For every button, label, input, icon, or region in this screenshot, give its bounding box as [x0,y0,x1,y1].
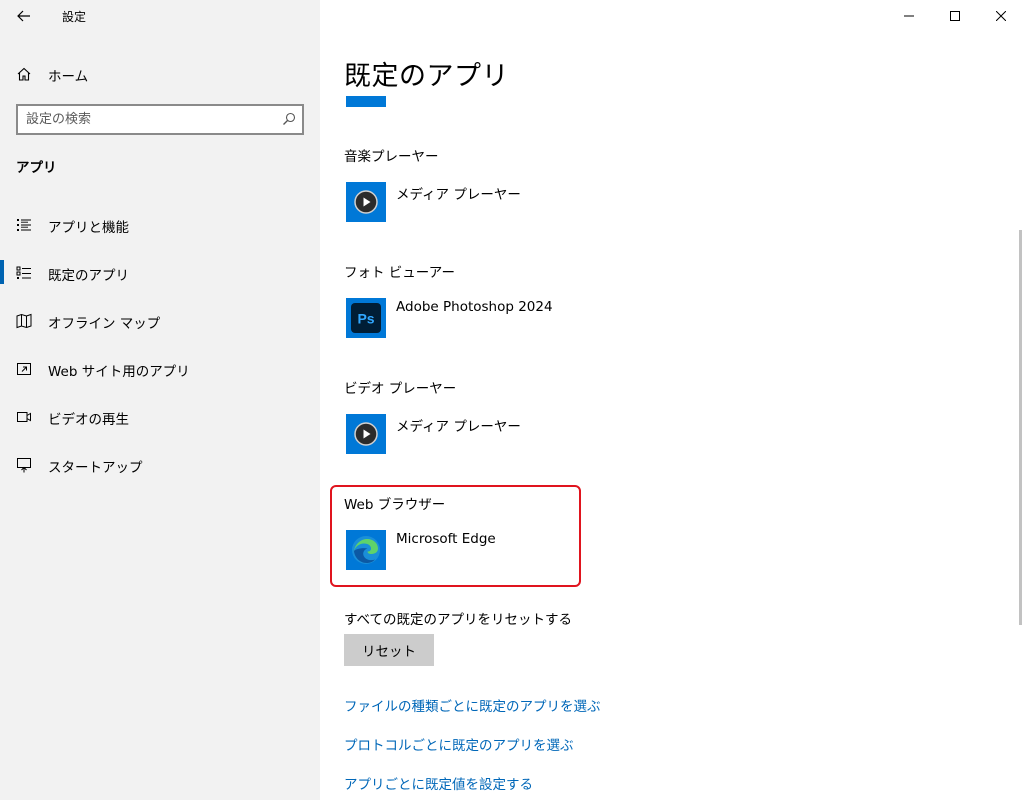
link-choose-by-file-type[interactable]: ファイルの種類ごとに既定のアプリを選ぶ [344,695,601,715]
reset-label: すべての既定のアプリをリセットする [344,612,573,628]
startup-icon [17,458,31,473]
video-playback-icon [17,412,31,422]
category-label-photo: フォト ビューアー [344,265,455,281]
title-accent-bar [346,96,386,107]
home-label: ホーム [48,69,89,85]
sidebar-item-label: 既定のアプリ [48,268,129,284]
sidebar-item-label: アプリと機能 [48,220,129,236]
sidebar-item-video-playback[interactable]: ビデオの再生 [0,400,320,448]
main-content: 既定のアプリ 音楽プレーヤー メディア プレーヤー フォト ビューアー Ps A… [320,0,1024,800]
default-app-photo[interactable]: Ps Adobe Photoshop 2024 [346,298,646,340]
sidebar-item-label: オフライン マップ [48,316,161,332]
media-player-icon [346,414,386,454]
back-button[interactable] [10,4,38,28]
scrollbar[interactable] [1019,230,1022,625]
highlight-box [330,485,581,587]
link-set-defaults-by-app[interactable]: アプリごとに既定値を設定する [344,773,533,793]
reset-button[interactable]: リセット [344,634,434,666]
sidebar-item-default-apps[interactable]: 既定のアプリ [0,256,320,304]
search-icon[interactable] [282,112,296,126]
apps-features-icon [17,219,31,231]
default-apps-icon [16,266,31,279]
sidebar-item-label: Web サイト用のアプリ [48,364,190,380]
default-app-name: メディア プレーヤー [396,187,521,203]
sidebar-item-label: ビデオの再生 [48,412,129,428]
default-app-name: Adobe Photoshop 2024 [396,299,553,315]
sidebar-item-apps-features[interactable]: アプリと機能 [0,208,320,256]
sidebar: 設定 ホーム アプリ アプリと機能 [0,0,320,800]
default-app-video[interactable]: メディア プレーヤー [346,414,646,456]
title-bar: 設定 [0,0,320,32]
sidebar-item-apps-for-websites[interactable]: Web サイト用のアプリ [0,352,320,400]
home-icon [17,67,31,81]
sidebar-item-offline-maps[interactable]: オフライン マップ [0,304,320,352]
category-label-music: 音楽プレーヤー [344,149,439,165]
window-title: 設定 [62,10,87,24]
link-choose-by-protocol[interactable]: プロトコルごとに既定のアプリを選ぶ [344,734,574,754]
sidebar-item-label: スタートアップ [48,460,143,476]
default-app-music[interactable]: メディア プレーヤー [346,182,646,224]
apps-for-websites-icon [17,363,31,375]
photoshop-icon: Ps [346,298,386,338]
arrow-left-icon [17,10,30,22]
category-label-video: ビデオ プレーヤー [344,381,457,397]
sidebar-item-startup[interactable]: スタートアップ [0,448,320,496]
sidebar-nav: アプリと機能 既定のアプリ オフライン マップ Web サイト用のアプリ ビデオ… [0,208,320,496]
search-box[interactable] [16,104,304,135]
section-title: アプリ [16,160,57,176]
default-app-name: メディア プレーヤー [396,419,521,435]
search-input[interactable] [26,110,276,129]
selection-indicator [0,260,4,284]
svg-text:Ps: Ps [357,311,374,327]
offline-maps-icon [16,313,32,329]
media-player-icon [346,182,386,222]
page-title: 既定のアプリ [344,61,509,92]
sidebar-item-home[interactable]: ホーム [0,58,320,90]
